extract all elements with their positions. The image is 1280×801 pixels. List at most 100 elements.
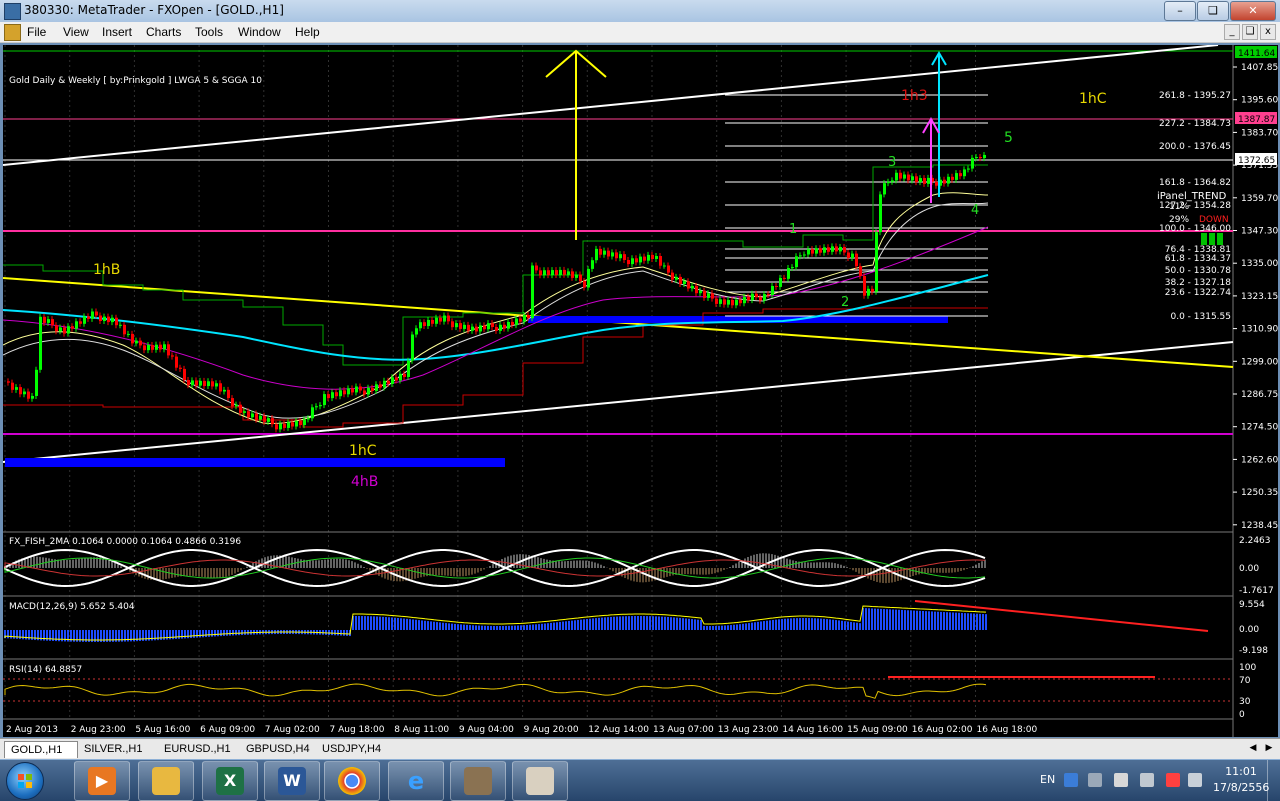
candle-body [423,322,426,327]
menu-tools[interactable]: Tools [195,25,223,39]
candle-body [983,154,986,159]
minimize-button[interactable]: – [1164,1,1196,21]
candle-body [491,323,494,327]
annotation-4hB: 4hB [351,474,378,490]
candle-body [487,323,490,330]
app-icon[interactable] [4,3,21,20]
ipanel-direction: DOWN [1199,215,1229,225]
tab-gbpusd-h4[interactable]: GBPUSD,H4 [240,741,314,757]
candle-body [855,253,858,267]
candle-body [223,389,226,392]
wave-4-label: 4 [971,203,979,218]
power-icon[interactable] [1188,773,1202,787]
tab-usdjpy-h4[interactable]: USDJPY,H4 [316,741,390,757]
menu-charts[interactable]: Charts [146,25,181,39]
candle-body [119,324,122,326]
taskbar-media-player[interactable]: ▶ [74,761,130,801]
maximize-button[interactable]: ❑ [1197,1,1229,21]
candle-body [131,333,134,344]
candle-body [283,423,286,428]
network-icon[interactable] [1140,773,1154,787]
candle-body [379,384,382,388]
folder-icon [152,767,180,795]
tab-scroll-right-icon[interactable]: ▶ [1262,741,1276,755]
price-label: 1347.30 [1241,227,1278,237]
candle-body [951,176,954,180]
taskbar-explorer[interactable] [138,761,194,801]
candle-body [927,177,930,184]
candle-body [655,256,658,259]
candle-body [311,407,314,419]
candle-body [823,247,826,253]
candle-body [79,321,82,324]
macd-axis-mid: 0.00 [1239,625,1259,635]
candle-body [159,344,162,350]
price-chart[interactable]: 261.8 - 1395.27227.2 - 1384.73200.0 - 13… [3,45,1278,737]
keyboard-icon[interactable] [1088,773,1102,787]
tab-silver-h1[interactable]: SILVER.,H1 [78,741,156,757]
candle-body [327,394,330,399]
help-icon[interactable] [1064,773,1078,787]
candle-body [355,386,358,393]
taskbar-internet-explorer[interactable]: e [388,761,444,801]
candle-body [479,325,482,332]
candle-body [235,404,238,407]
candle-body [615,252,618,259]
show-desktop-button[interactable] [1267,760,1280,801]
taskbar-gimp[interactable] [450,761,506,801]
menu-window[interactable]: Window [238,25,281,39]
tab-scroll-left-icon[interactable]: ◀ [1246,741,1260,755]
candle-body [391,377,394,384]
candle-body [147,345,150,351]
candle-body [767,294,770,296]
tab-gold-h1[interactable]: GOLD.,H1 [4,741,78,758]
candle-body [191,380,194,386]
ipanel-bar [1217,233,1223,245]
candle-body [163,344,166,350]
candle-body [39,316,42,370]
candle-body [427,319,430,327]
menu-insert[interactable]: Insert [102,25,132,39]
clock-time: 11:01 [1225,765,1257,778]
candle-body [295,420,298,427]
menu-view[interactable]: View [63,25,89,39]
candle-body [503,324,506,329]
candle-body [127,333,130,335]
chart-area[interactable]: 261.8 - 1395.27 227.2 - 1384.73 200.0 - 13… [3,45,1278,737]
candle-body [543,270,546,276]
chart-window-icon[interactable] [4,24,21,41]
menu-help[interactable]: Help [295,25,320,39]
candle-body [639,256,642,263]
candle-body [255,413,258,420]
candle-body [51,319,54,326]
price-label: 1395.60 [1241,96,1278,106]
taskbar-excel[interactable]: X [202,761,258,801]
candle-body [775,286,778,287]
action-center-flag-icon[interactable] [1114,773,1128,787]
time-label: 9 Aug 20:00 [524,725,579,735]
taskbar-word[interactable]: W [264,761,320,801]
language-indicator[interactable]: EN [1040,773,1055,786]
candle-body [711,293,714,299]
clock[interactable]: 11:01 17/8/2556 [1213,764,1269,796]
taskbar-paint[interactable] [512,761,568,801]
candle-body [343,390,346,395]
start-button[interactable] [6,762,44,800]
tab-eurusd-h1[interactable]: EURUSD.,H1 [158,741,238,757]
mdi-restore-button[interactable]: ❑ [1242,24,1258,40]
menu-file[interactable]: File [27,25,46,39]
candle-body [135,340,138,344]
mdi-minimize-button[interactable]: _ [1224,24,1240,40]
annotation-1h3: 1h3 [901,88,928,104]
mdi-close-button[interactable]: x [1260,24,1276,40]
macd-axis-bottom: -9.198 [1239,646,1268,656]
ipanel-pct1: 11% [1169,202,1189,212]
candle-body [319,405,322,407]
candle-body [959,173,962,177]
candle-body [287,422,290,428]
close-button[interactable]: ✕ [1230,1,1276,21]
taskbar-chrome[interactable] [324,761,380,801]
volume-muted-icon[interactable] [1166,773,1180,787]
candle-body [859,266,862,276]
candle-body [15,387,18,390]
